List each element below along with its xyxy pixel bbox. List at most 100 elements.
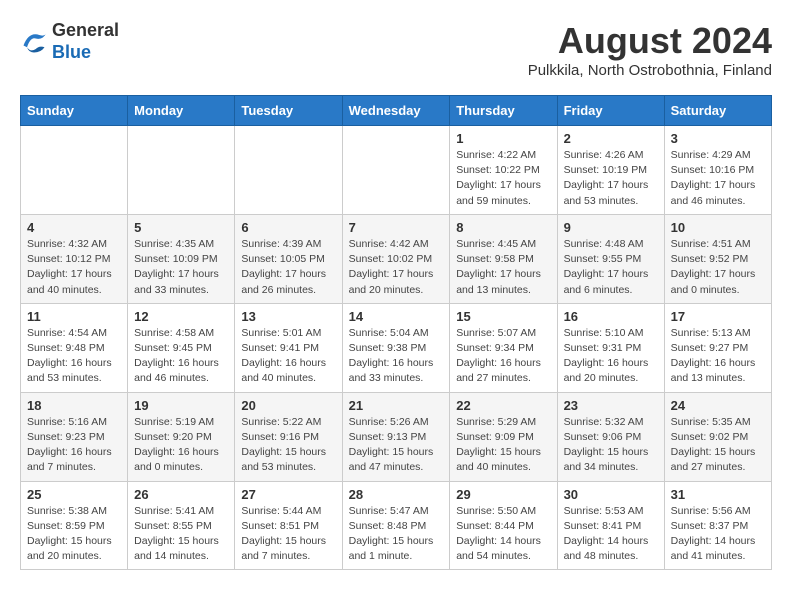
- day-number: 7: [349, 220, 444, 235]
- day-number: 23: [564, 398, 658, 413]
- location-subtitle: Pulkkila, North Ostrobothnia, Finland: [528, 62, 772, 79]
- day-number: 15: [456, 309, 550, 324]
- day-number: 18: [27, 398, 121, 413]
- calendar-cell: 20Sunrise: 5:22 AM Sunset: 9:16 PM Dayli…: [235, 392, 342, 481]
- calendar-cell: [235, 126, 342, 215]
- day-number: 6: [241, 220, 335, 235]
- day-info: Sunrise: 5:10 AM Sunset: 9:31 PM Dayligh…: [564, 326, 658, 387]
- day-info: Sunrise: 5:56 AM Sunset: 8:37 PM Dayligh…: [671, 504, 765, 565]
- day-number: 29: [456, 487, 550, 502]
- day-number: 5: [134, 220, 228, 235]
- day-info: Sunrise: 4:51 AM Sunset: 9:52 PM Dayligh…: [671, 237, 765, 298]
- calendar-cell: 25 Sunrise: 5:38 AM Sunset: 8:59 PM Dayli…: [21, 481, 128, 570]
- day-info: Sunrise: 5:07 AM Sunset: 9:34 PM Dayligh…: [456, 326, 550, 387]
- day-number: 10: [671, 220, 765, 235]
- day-info: Sunrise: 5:01 AM Sunset: 9:41 PM Dayligh…: [241, 326, 335, 387]
- calendar-cell: 19 Sunrise: 5:19 AM Sunset: 9:20 PM Dayli…: [128, 392, 235, 481]
- day-info: Sunrise: 5:44 AM Sunset: 8:51 PM Dayligh…: [241, 504, 335, 565]
- calendar-cell: 17 Sunrise: 5:13 AM Sunset: 9:27 PM Dayli…: [664, 303, 771, 392]
- calendar-cell: 27 Sunrise: 5:44 AM Sunset: 8:51 PM Dayli…: [235, 481, 342, 570]
- day-number: 1: [456, 131, 550, 146]
- day-info: Sunrise: 5:53 AM Sunset: 8:41 PM Dayligh…: [564, 504, 658, 565]
- calendar-cell: 16 Sunrise: 5:10 AM Sunset: 9:31 PM Dayli…: [557, 303, 664, 392]
- calendar-cell: 22 Sunrise: 5:29 AM Sunset: 9:09 PM Dayli…: [450, 392, 557, 481]
- calendar-cell: 2 Sunrise: 4:26 AM Sunset: 10:19 PM Dayli…: [557, 126, 664, 215]
- calendar-week-row: 4 Sunrise: 4:32 AM Sunset: 10:12 PM Dayli…: [21, 214, 772, 303]
- day-info: Sunrise: 5:38 AM Sunset: 8:59 PM Dayligh…: [27, 504, 121, 565]
- calendar-week-row: 18 Sunrise: 5:16 AM Sunset: 9:23 PM Dayli…: [21, 392, 772, 481]
- day-info: Sunrise: 5:16 AM Sunset: 9:23 PM Dayligh…: [27, 415, 121, 476]
- calendar-cell: 28Sunrise: 5:47 AM Sunset: 8:48 PM Dayli…: [342, 481, 450, 570]
- calendar-cell: 8 Sunrise: 4:45 AM Sunset: 9:58 PM Daylig…: [450, 214, 557, 303]
- day-number: 12: [134, 309, 228, 324]
- day-info: Sunrise: 5:22 AM Sunset: 9:16 PM Dayligh…: [241, 415, 335, 476]
- day-info: Sunrise: 4:54 AM Sunset: 9:48 PM Dayligh…: [27, 326, 121, 387]
- day-info: Sunrise: 5:19 AM Sunset: 9:20 PM Dayligh…: [134, 415, 228, 476]
- calendar-cell: 29 Sunrise: 5:50 AM Sunset: 8:44 PM Dayli…: [450, 481, 557, 570]
- day-number: 9: [564, 220, 658, 235]
- calendar-cell: 4 Sunrise: 4:32 AM Sunset: 10:12 PM Dayli…: [21, 214, 128, 303]
- day-of-week-header: Tuesday: [235, 96, 342, 126]
- day-number: 24: [671, 398, 765, 413]
- calendar-cell: 5Sunrise: 4:35 AM Sunset: 10:09 PM Dayli…: [128, 214, 235, 303]
- day-of-week-header: Thursday: [450, 96, 557, 126]
- day-info: Sunrise: 5:29 AM Sunset: 9:09 PM Dayligh…: [456, 415, 550, 476]
- day-number: 16: [564, 309, 658, 324]
- calendar-cell: 10 Sunrise: 4:51 AM Sunset: 9:52 PM Dayli…: [664, 214, 771, 303]
- day-info: Sunrise: 4:45 AM Sunset: 9:58 PM Dayligh…: [456, 237, 550, 298]
- calendar-cell: 21Sunrise: 5:26 AM Sunset: 9:13 PM Dayli…: [342, 392, 450, 481]
- day-info: Sunrise: 4:42 AM Sunset: 10:02 PM Daylig…: [349, 237, 444, 298]
- calendar-cell: 26 Sunrise: 5:41 AM Sunset: 8:55 PM Dayli…: [128, 481, 235, 570]
- day-number: 21: [349, 398, 444, 413]
- day-number: 2: [564, 131, 658, 146]
- day-number: 3: [671, 131, 765, 146]
- calendar-cell: 7 Sunrise: 4:42 AM Sunset: 10:02 PM Dayli…: [342, 214, 450, 303]
- calendar-cell: 14 Sunrise: 5:04 AM Sunset: 9:38 PM Dayli…: [342, 303, 450, 392]
- calendar-cell: [21, 126, 128, 215]
- calendar-cell: 24 Sunrise: 5:35 AM Sunset: 9:02 PM Dayli…: [664, 392, 771, 481]
- day-info: Sunrise: 5:32 AM Sunset: 9:06 PM Dayligh…: [564, 415, 658, 476]
- day-number: 26: [134, 487, 228, 502]
- day-info: Sunrise: 5:04 AM Sunset: 9:38 PM Dayligh…: [349, 326, 444, 387]
- day-of-week-header: Friday: [557, 96, 664, 126]
- calendar-week-row: 25 Sunrise: 5:38 AM Sunset: 8:59 PM Dayli…: [21, 481, 772, 570]
- page-header: General Blue August 2024 Pulkkila, North…: [20, 20, 772, 79]
- calendar-cell: 11 Sunrise: 4:54 AM Sunset: 9:48 PM Dayli…: [21, 303, 128, 392]
- day-number: 4: [27, 220, 121, 235]
- calendar-header-row: SundayMondayTuesdayWednesdayThursdayFrid…: [21, 96, 772, 126]
- calendar-cell: 6 Sunrise: 4:39 AM Sunset: 10:05 PM Dayli…: [235, 214, 342, 303]
- day-info: Sunrise: 4:22 AM Sunset: 10:22 PM Daylig…: [456, 148, 550, 209]
- day-number: 27: [241, 487, 335, 502]
- day-of-week-header: Sunday: [21, 96, 128, 126]
- calendar-week-row: 11 Sunrise: 4:54 AM Sunset: 9:48 PM Dayli…: [21, 303, 772, 392]
- day-of-week-header: Monday: [128, 96, 235, 126]
- calendar-cell: 1 Sunrise: 4:22 AM Sunset: 10:22 PM Dayli…: [450, 126, 557, 215]
- calendar-cell: 30 Sunrise: 5:53 AM Sunset: 8:41 PM Dayli…: [557, 481, 664, 570]
- calendar-cell: 13Sunrise: 5:01 AM Sunset: 9:41 PM Dayli…: [235, 303, 342, 392]
- day-info: Sunrise: 4:39 AM Sunset: 10:05 PM Daylig…: [241, 237, 335, 298]
- day-number: 14: [349, 309, 444, 324]
- month-title: August 2024: [528, 20, 772, 62]
- day-number: 25: [27, 487, 121, 502]
- calendar-cell: 18 Sunrise: 5:16 AM Sunset: 9:23 PM Dayli…: [21, 392, 128, 481]
- calendar-cell: 15 Sunrise: 5:07 AM Sunset: 9:34 PM Dayli…: [450, 303, 557, 392]
- calendar-cell: 12Sunrise: 4:58 AM Sunset: 9:45 PM Dayli…: [128, 303, 235, 392]
- day-of-week-header: Saturday: [664, 96, 771, 126]
- day-number: 19: [134, 398, 228, 413]
- day-number: 30: [564, 487, 658, 502]
- day-info: Sunrise: 4:26 AM Sunset: 10:19 PM Daylig…: [564, 148, 658, 209]
- day-info: Sunrise: 5:50 AM Sunset: 8:44 PM Dayligh…: [456, 504, 550, 565]
- calendar-cell: [128, 126, 235, 215]
- day-number: 11: [27, 309, 121, 324]
- day-info: Sunrise: 5:35 AM Sunset: 9:02 PM Dayligh…: [671, 415, 765, 476]
- day-info: Sunrise: 4:32 AM Sunset: 10:12 PM Daylig…: [27, 237, 121, 298]
- logo-icon: [20, 28, 48, 56]
- calendar-cell: 23 Sunrise: 5:32 AM Sunset: 9:06 PM Dayli…: [557, 392, 664, 481]
- day-number: 8: [456, 220, 550, 235]
- day-info: Sunrise: 5:41 AM Sunset: 8:55 PM Dayligh…: [134, 504, 228, 565]
- day-info: Sunrise: 4:48 AM Sunset: 9:55 PM Dayligh…: [564, 237, 658, 298]
- day-info: Sunrise: 5:13 AM Sunset: 9:27 PM Dayligh…: [671, 326, 765, 387]
- day-number: 17: [671, 309, 765, 324]
- day-number: 22: [456, 398, 550, 413]
- calendar-cell: [342, 126, 450, 215]
